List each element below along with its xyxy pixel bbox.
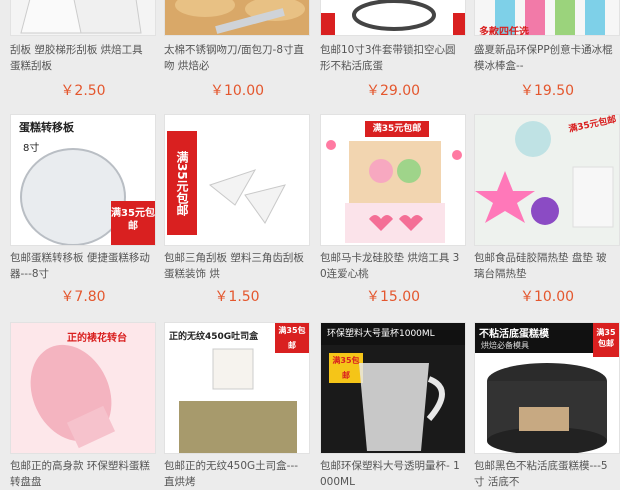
product-price: ￥10.00: [519, 289, 575, 305]
product-price: ￥2.50: [60, 83, 106, 99]
product-title[interactable]: 包邮马卡龙硅胶垫 烘焙工具 30连爱心桃: [320, 250, 466, 282]
product-title[interactable]: 盛夏新品环保PP创意卡通冰棍 模冰棒盒--: [474, 42, 620, 74]
silicone-mat-image: [475, 121, 614, 228]
product-image[interactable]: 蛋糕转移板 8寸 满35元包邮: [10, 114, 156, 246]
product-grid: 刮板 塑胶梯形刮板 烘焙工具 蛋糕刮板 ￥2.50 太棉不锈钢吻刀/面包刀-8寸…: [0, 0, 620, 488]
turntable-image: [30, 344, 116, 449]
measuring-cup-image: [359, 363, 445, 451]
product-image[interactable]: 满35元包邮: [474, 114, 620, 246]
product-image[interactable]: 满35元包邮: [320, 114, 466, 246]
triangle-scraper-image: [208, 169, 286, 224]
scraper-image: [20, 0, 142, 34]
product-image[interactable]: 满35元包邮: [164, 114, 310, 246]
product-price: ￥10.00: [209, 83, 265, 99]
image-label: 多款四任选: [479, 27, 529, 36]
cake-mold-image: [487, 363, 607, 453]
product-price: ￥19.50: [519, 83, 575, 99]
product-title[interactable]: 包邮正的无纹450G土司盒--- 直烘烤: [164, 458, 310, 490]
product-title[interactable]: 刮板 塑胶梯形刮板 烘焙工具 蛋糕刮板: [10, 42, 156, 74]
product-image[interactable]: [164, 0, 310, 36]
product-image[interactable]: 多款四任选: [474, 0, 620, 36]
cake-pan-image: [321, 0, 465, 35]
product-price: ￥1.50: [214, 289, 260, 305]
product-title[interactable]: 包邮10寸3件套带锁扣空心圆 形不粘活底蛋: [320, 42, 466, 74]
product-title[interactable]: 包邮蛋糕转移板 便捷蛋糕移动 器---8寸: [10, 250, 156, 282]
product-title[interactable]: 包邮食品硅胶隔热垫 盘垫 玻 璃台隔热垫: [474, 250, 620, 282]
product-price: ￥15.00: [365, 289, 421, 305]
product-title[interactable]: 包邮正的高身款 环保塑料蛋糕 转盘盘: [10, 458, 156, 490]
product-price: ￥7.80: [60, 289, 106, 305]
product-title[interactable]: 包邮环保塑料大号透明量杯- 1000ML: [320, 458, 466, 490]
product-image[interactable]: [10, 0, 156, 36]
promo-badge: 满35元包邮: [111, 201, 155, 245]
bread-knife-image: [165, 0, 309, 35]
product-image[interactable]: 正的无纹450G吐司盒 满35包邮: [164, 322, 310, 454]
product-image[interactable]: 正的裱花转台: [10, 322, 156, 454]
product-title[interactable]: 太棉不锈钢吻刀/面包刀-8寸直 吻 烘焙必: [164, 42, 310, 74]
toast-box-image: [179, 348, 297, 453]
macaron-mat-image: [326, 140, 462, 243]
product-title[interactable]: 包邮黑色不粘活底蛋糕模---5 寸 活底不: [474, 458, 620, 490]
product-title[interactable]: 包邮三角刮板 塑料三角齿刮板 蛋糕装饰 烘: [164, 250, 310, 282]
product-image[interactable]: 不粘活底蛋糕模 烘焙必备模具 满35包邮: [474, 322, 620, 454]
product-image[interactable]: [320, 0, 466, 36]
product-price: ￥29.00: [365, 83, 421, 99]
product-image[interactable]: 环保塑料大号量杯1000ML 满35包邮: [320, 322, 466, 454]
